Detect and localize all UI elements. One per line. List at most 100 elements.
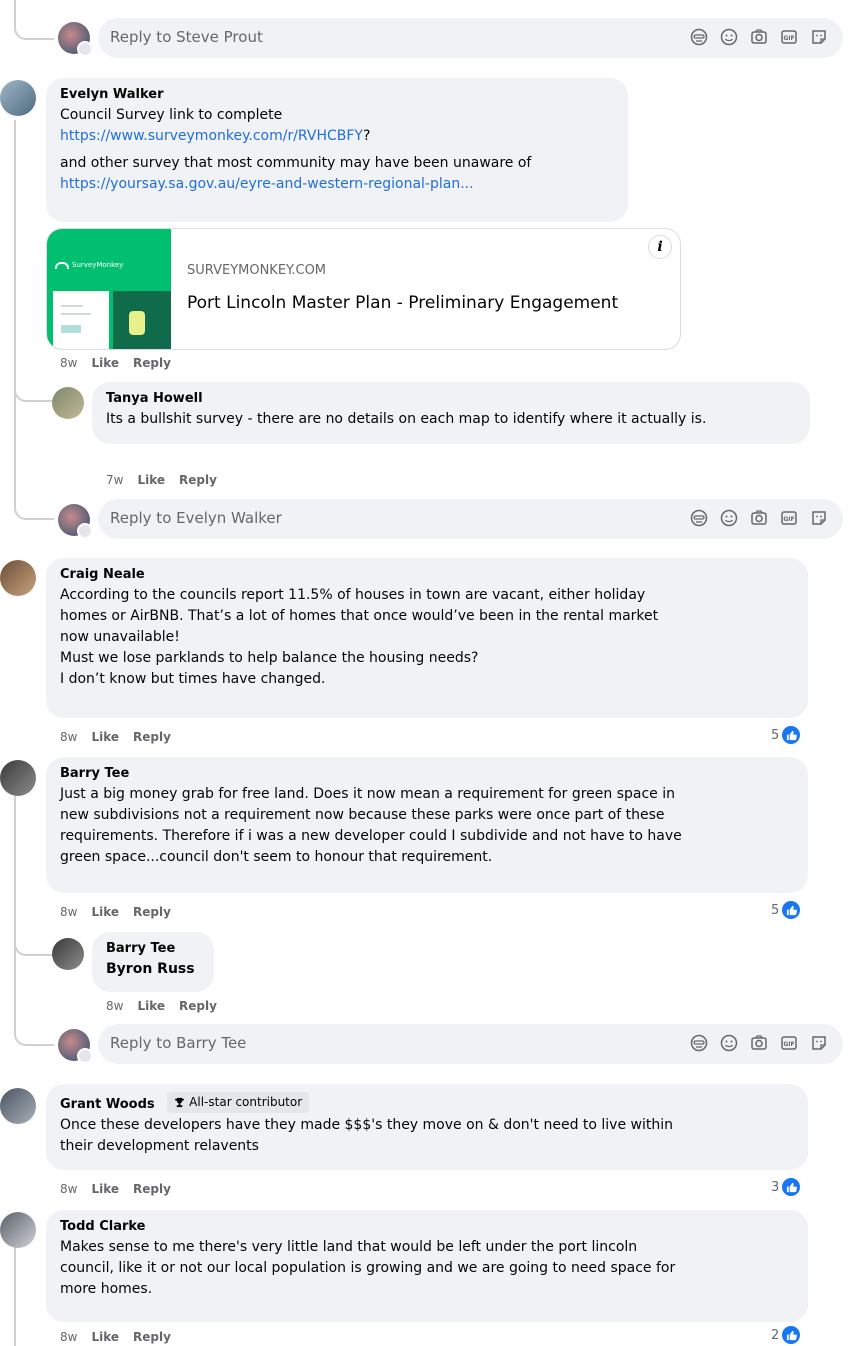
- current-user-avatar[interactable]: [58, 1029, 93, 1064]
- reaction-count[interactable]: 3: [771, 1178, 801, 1196]
- comment-author[interactable]: Evelyn Walker: [60, 86, 614, 103]
- avatar[interactable]: [0, 1088, 36, 1124]
- reaction-count[interactable]: 5: [771, 901, 801, 919]
- reply-input-evelyn[interactable]: Reply to Evelyn Walker GIF: [98, 499, 843, 539]
- reply-icons: GIF: [689, 508, 829, 528]
- like-button[interactable]: Like: [137, 473, 165, 487]
- like-button[interactable]: Like: [91, 730, 119, 744]
- survey-link[interactable]: https://www.surveymonkey.com/r/RVHCBFY: [60, 128, 363, 144]
- avatar[interactable]: [0, 80, 36, 116]
- comment-text: Its a bullshit survey - there are no det…: [106, 411, 707, 427]
- comment-time[interactable]: 8w: [60, 905, 77, 919]
- reaction-number: 3: [771, 1179, 780, 1195]
- reply-button[interactable]: Reply: [133, 1330, 171, 1344]
- reply-button[interactable]: Reply: [133, 730, 171, 744]
- sticker-icon[interactable]: [809, 1033, 829, 1053]
- gif-icon[interactable]: GIF: [779, 1033, 799, 1053]
- camera-icon[interactable]: [749, 27, 769, 47]
- surveymonkey-thumbnail: SurveyMonkey: [47, 229, 171, 349]
- thread-line: [14, 1240, 16, 1346]
- comment-author[interactable]: Tanya Howell: [106, 390, 796, 407]
- reaction-count[interactable]: 2: [771, 1326, 801, 1344]
- link-domain: SURVEYMONKEY.COM: [187, 263, 327, 278]
- reply-button[interactable]: Reply: [133, 905, 171, 919]
- comment-line: Makes sense to me there's very little la…: [60, 1239, 638, 1255]
- reply-button[interactable]: Reply: [179, 473, 217, 487]
- comment-bubble: Tanya Howell Its a bullshit survey - the…: [92, 382, 810, 444]
- like-button[interactable]: Like: [91, 356, 119, 370]
- comment-line: homes or AirBNB. That’s a lot of homes t…: [60, 608, 659, 624]
- avatar[interactable]: [52, 387, 84, 419]
- comment-author[interactable]: Grant Woods: [60, 1097, 155, 1112]
- reply-button[interactable]: Reply: [179, 999, 217, 1013]
- comment-bubble: Grant Woods All-star contributor Once th…: [46, 1084, 808, 1170]
- thread-connector: [14, 10, 54, 40]
- avatar-sticker-icon[interactable]: [689, 27, 709, 47]
- reply-input-steve[interactable]: Reply to Steve Prout GIF: [98, 18, 843, 58]
- comment-time[interactable]: 8w: [60, 1182, 77, 1196]
- like-button[interactable]: Like: [137, 999, 165, 1013]
- avatar[interactable]: [52, 938, 84, 970]
- svg-text:GIF: GIF: [783, 1041, 794, 1048]
- comment-line: green space...council don't seem to hono…: [60, 849, 493, 865]
- current-user-avatar[interactable]: [58, 504, 93, 539]
- avatar-sticker-icon[interactable]: [689, 508, 709, 528]
- comment-time[interactable]: 7w: [106, 473, 123, 487]
- avatar[interactable]: [0, 760, 36, 796]
- like-button[interactable]: Like: [91, 1182, 119, 1196]
- comment-author[interactable]: Barry Tee: [106, 940, 200, 957]
- link-preview-card[interactable]: SurveyMonkey SURVEYMONKEY.COM Port Linco…: [46, 228, 681, 350]
- reply-button[interactable]: Reply: [133, 356, 171, 370]
- reply-icons: GIF: [689, 1033, 829, 1053]
- avatar[interactable]: [0, 560, 36, 596]
- comment-line: Once these developers have they made $$$…: [60, 1117, 673, 1133]
- gif-icon[interactable]: GIF: [779, 27, 799, 47]
- like-reaction-icon: [782, 1326, 801, 1344]
- comment-time[interactable]: 8w: [60, 730, 77, 744]
- emoji-icon[interactable]: [719, 1033, 739, 1053]
- camera-icon[interactable]: [749, 508, 769, 528]
- comment-time[interactable]: 8w: [60, 356, 77, 370]
- comment-bubble: Barry Tee Just a big money grab for free…: [46, 757, 808, 893]
- reply-input-barry[interactable]: Reply to Barry Tee GIF: [98, 1024, 843, 1064]
- like-button[interactable]: Like: [91, 905, 119, 919]
- reply-placeholder: Reply to Evelyn Walker: [110, 509, 282, 527]
- comment-line: more homes.: [60, 1281, 153, 1297]
- contributor-badge[interactable]: All-star contributor: [167, 1092, 310, 1113]
- comment-meta: 8w Like Reply: [60, 730, 171, 744]
- emoji-icon[interactable]: [719, 508, 739, 528]
- thread-connector: [14, 490, 54, 520]
- comment-time[interactable]: 8w: [106, 999, 123, 1013]
- like-reaction-icon: [782, 901, 801, 919]
- reply-button[interactable]: Reply: [133, 1182, 171, 1196]
- comment-meta: 7w Like Reply: [106, 473, 217, 487]
- comment-meta: 8w Like Reply: [60, 1330, 171, 1344]
- comment-author[interactable]: Todd Clarke: [60, 1218, 794, 1235]
- yoursay-link[interactable]: https://yoursay.sa.gov.au/eyre-and-weste…: [60, 176, 474, 192]
- sticker-icon[interactable]: [809, 27, 829, 47]
- sticker-icon[interactable]: [809, 508, 829, 528]
- like-reaction-icon: [782, 726, 801, 744]
- thread-line: [14, 790, 16, 1022]
- link-suffix: ?: [362, 128, 371, 144]
- gif-icon[interactable]: GIF: [779, 508, 799, 528]
- emoji-icon[interactable]: [719, 27, 739, 47]
- avatar[interactable]: [0, 1212, 36, 1248]
- info-icon[interactable]: i: [648, 235, 672, 259]
- comment-author[interactable]: Craig Neale: [60, 566, 794, 583]
- link-title[interactable]: Port Lincoln Master Plan - Preliminary E…: [187, 293, 618, 313]
- reaction-count[interactable]: 5: [771, 726, 801, 744]
- comment-meta: 8w Like Reply: [60, 905, 171, 919]
- like-button[interactable]: Like: [91, 1330, 119, 1344]
- comment-text: and other survey that most community may…: [60, 155, 532, 171]
- current-user-avatar[interactable]: [58, 22, 93, 57]
- comment-time[interactable]: 8w: [60, 1330, 77, 1344]
- comment-author[interactable]: Barry Tee: [60, 765, 794, 782]
- comment-text: Council Survey link to complete: [60, 107, 283, 123]
- avatar-sticker-icon[interactable]: [689, 1033, 709, 1053]
- comment-bubble: Craig Neale According to the councils re…: [46, 558, 808, 718]
- thread-connector: [14, 930, 54, 956]
- svg-text:GIF: GIF: [783, 516, 794, 523]
- mention-link[interactable]: Byron Russ: [106, 961, 195, 977]
- camera-icon[interactable]: [749, 1033, 769, 1053]
